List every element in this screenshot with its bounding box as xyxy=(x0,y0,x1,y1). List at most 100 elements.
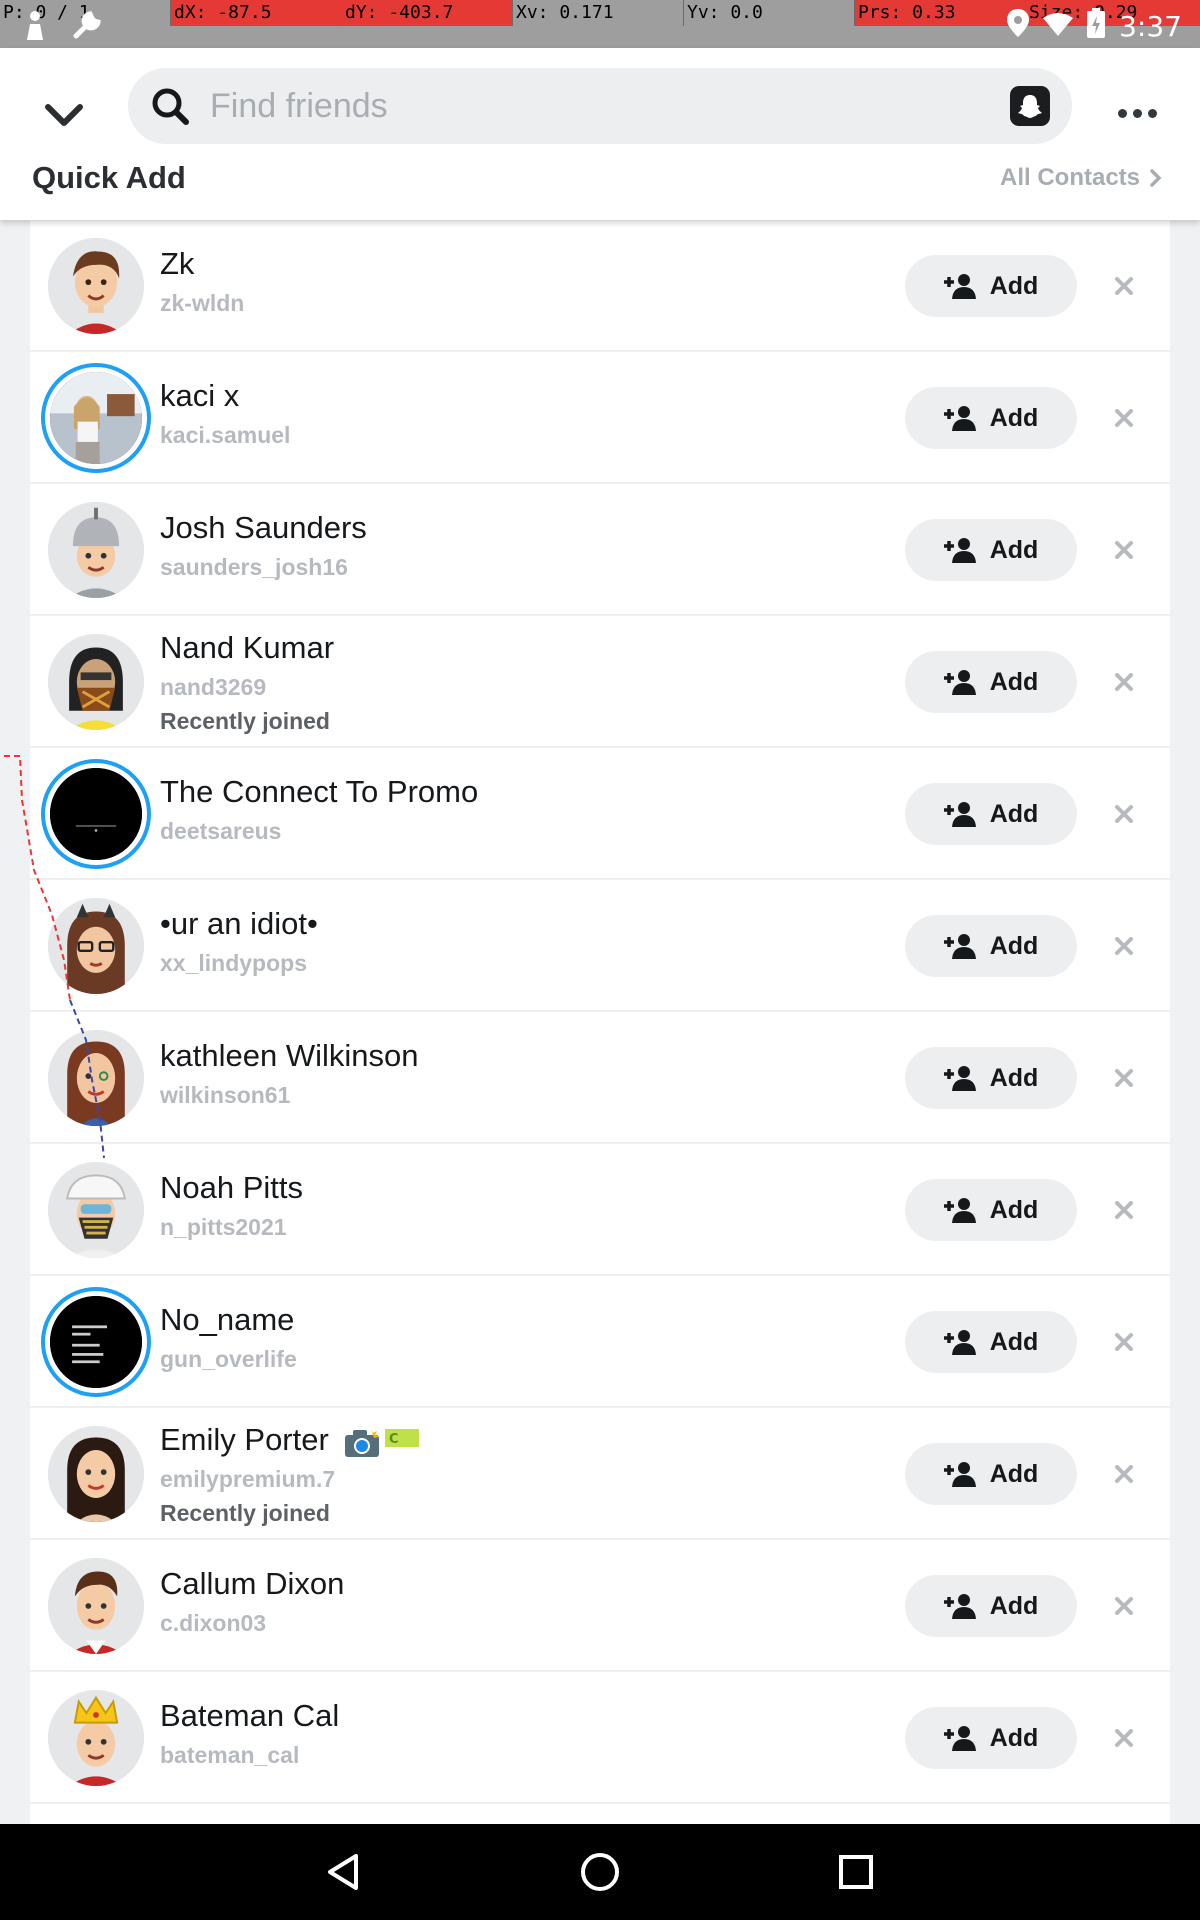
avatar[interactable] xyxy=(48,502,144,598)
list-item[interactable]: Nand Kumar nand3269 Recently joined Add xyxy=(30,616,1170,748)
add-friend-button[interactable]: Add xyxy=(905,1443,1077,1505)
avatar[interactable] xyxy=(48,898,144,994)
debug-yv: Yv: 0.0 xyxy=(684,0,855,26)
add-label: Add xyxy=(989,1063,1039,1092)
dismiss-button[interactable] xyxy=(1108,1194,1140,1226)
location-icon xyxy=(1007,8,1030,44)
friend-name: Bateman Cal xyxy=(160,1698,340,1733)
avatar[interactable] xyxy=(48,1558,144,1654)
friend-username: c.dixon03 xyxy=(160,1610,267,1636)
more-dots-icon xyxy=(1117,108,1127,118)
list-item[interactable]: Josh Saunders saunders_josh16 Add xyxy=(30,484,1170,616)
section-title: Quick Add xyxy=(32,160,186,195)
list-item[interactable]: Zk zk-wldn Add xyxy=(30,220,1170,352)
close-icon xyxy=(1115,1201,1133,1219)
add-label: Add xyxy=(989,667,1039,696)
list-item[interactable]: kathleen Wilkinson wilkinson61 Add xyxy=(30,1012,1170,1144)
add-label: Add xyxy=(989,535,1039,564)
camera-emoji-icon xyxy=(345,1428,380,1457)
avatar-story[interactable] xyxy=(41,1287,151,1397)
list-item[interactable]: Callum Dixon c.dixon03 Add xyxy=(30,1540,1170,1672)
avatar[interactable] xyxy=(48,1426,144,1522)
list-item[interactable]: •ur an idiot• xx_lindypops Add xyxy=(30,880,1170,1012)
add-friend-icon xyxy=(943,1198,976,1223)
add-friend-button[interactable]: Add xyxy=(905,651,1077,713)
dismiss-button[interactable] xyxy=(1108,930,1140,962)
avatar-story[interactable] xyxy=(41,363,151,473)
add-friend-icon xyxy=(943,1462,976,1487)
friend-username: bateman_cal xyxy=(160,1742,300,1768)
debug-dy: dY: -403.7 xyxy=(342,0,513,26)
dismiss-button[interactable] xyxy=(1108,666,1140,698)
collapse-button[interactable] xyxy=(36,88,92,144)
avatar[interactable] xyxy=(48,634,144,730)
add-friend-icon xyxy=(943,406,976,431)
search-icon xyxy=(152,88,189,125)
close-icon xyxy=(1115,1465,1133,1483)
dismiss-button[interactable] xyxy=(1108,1062,1140,1094)
dismiss-button[interactable] xyxy=(1108,270,1140,302)
more-options-button[interactable] xyxy=(1112,88,1162,138)
close-icon xyxy=(1115,1597,1133,1615)
wrench-icon xyxy=(72,10,102,46)
add-friend-button[interactable]: Add xyxy=(905,783,1077,845)
add-friend-button[interactable]: Add xyxy=(905,519,1077,581)
dismiss-button[interactable] xyxy=(1108,1458,1140,1490)
friend-name: Emily Porter C xyxy=(160,1422,420,1458)
close-icon xyxy=(1115,1729,1133,1747)
friend-name: Zk xyxy=(160,246,195,281)
friend-name: Nand Kumar xyxy=(160,630,335,665)
all-contacts-link[interactable]: All Contacts xyxy=(1000,164,1162,192)
add-friend-button[interactable]: Add xyxy=(905,1575,1077,1637)
add-friend-button[interactable]: Add xyxy=(905,387,1077,449)
recents-square-icon xyxy=(839,1855,873,1889)
avatar[interactable] xyxy=(48,1162,144,1258)
wifi-icon xyxy=(1043,10,1074,43)
add-friend-icon xyxy=(943,1330,976,1355)
close-icon xyxy=(1115,937,1133,955)
avatar-story[interactable] xyxy=(41,759,151,869)
home-circle-icon xyxy=(581,1853,619,1891)
list-item[interactable]: Noah Pitts n_pitts2021 Add xyxy=(30,1144,1170,1276)
add-friend-icon xyxy=(943,538,976,563)
debug-dx: dX: -87.5 xyxy=(171,0,342,26)
dismiss-button[interactable] xyxy=(1108,1722,1140,1754)
snapcode-button[interactable] xyxy=(1010,86,1050,126)
list-item[interactable]: Emily Porter C emilypremium.7 Recently j… xyxy=(30,1408,1170,1540)
add-friend-button[interactable]: Add xyxy=(905,255,1077,317)
list-item[interactable]: Bateman Cal bateman_cal Add xyxy=(30,1672,1170,1804)
friend-username: saunders_josh16 xyxy=(160,554,348,580)
status-bar: P: 0 / 1 dX: -87.5 dY: -403.7 Xv: 0.171 … xyxy=(0,0,1200,48)
search-input[interactable] xyxy=(210,82,970,130)
recents-button[interactable] xyxy=(826,1842,886,1902)
add-friend-button[interactable]: Add xyxy=(905,1179,1077,1241)
add-label: Add xyxy=(989,271,1039,300)
list-item[interactable]: No_name gun_overlife Add xyxy=(30,1276,1170,1408)
quick-add-list: Zk zk-wldn Add kaci x kaci.samuel Add Jo… xyxy=(30,220,1170,1824)
add-friend-icon xyxy=(943,1594,976,1619)
dismiss-button[interactable] xyxy=(1108,1326,1140,1358)
dismiss-button[interactable] xyxy=(1108,534,1140,566)
avatar[interactable] xyxy=(48,1030,144,1126)
add-friend-button[interactable]: Add xyxy=(905,1047,1077,1109)
back-button[interactable] xyxy=(314,1842,374,1902)
list-item[interactable]: kaci x kaci.samuel Add xyxy=(30,352,1170,484)
debug-xv: Xv: 0.171 xyxy=(513,0,684,26)
list-item[interactable]: The Connect To Promo deetsareus Add xyxy=(30,748,1170,880)
friend-username: xx_lindypops xyxy=(160,950,307,976)
friend-username: wilkinson61 xyxy=(160,1082,291,1108)
add-friend-icon xyxy=(943,934,976,959)
add-label: Add xyxy=(989,1591,1039,1620)
add-friend-button[interactable]: Add xyxy=(905,915,1077,977)
add-friend-button[interactable]: Add xyxy=(905,1311,1077,1373)
add-label: Add xyxy=(989,1327,1039,1356)
add-friend-button[interactable]: Add xyxy=(905,1707,1077,1769)
recently-joined-label: Recently joined xyxy=(160,1500,330,1526)
avatar[interactable] xyxy=(48,238,144,334)
avatar[interactable] xyxy=(48,1690,144,1786)
home-button[interactable] xyxy=(570,1842,630,1902)
search-bar[interactable] xyxy=(128,68,1072,144)
dismiss-button[interactable] xyxy=(1108,402,1140,434)
dismiss-button[interactable] xyxy=(1108,1590,1140,1622)
dismiss-button[interactable] xyxy=(1108,798,1140,830)
